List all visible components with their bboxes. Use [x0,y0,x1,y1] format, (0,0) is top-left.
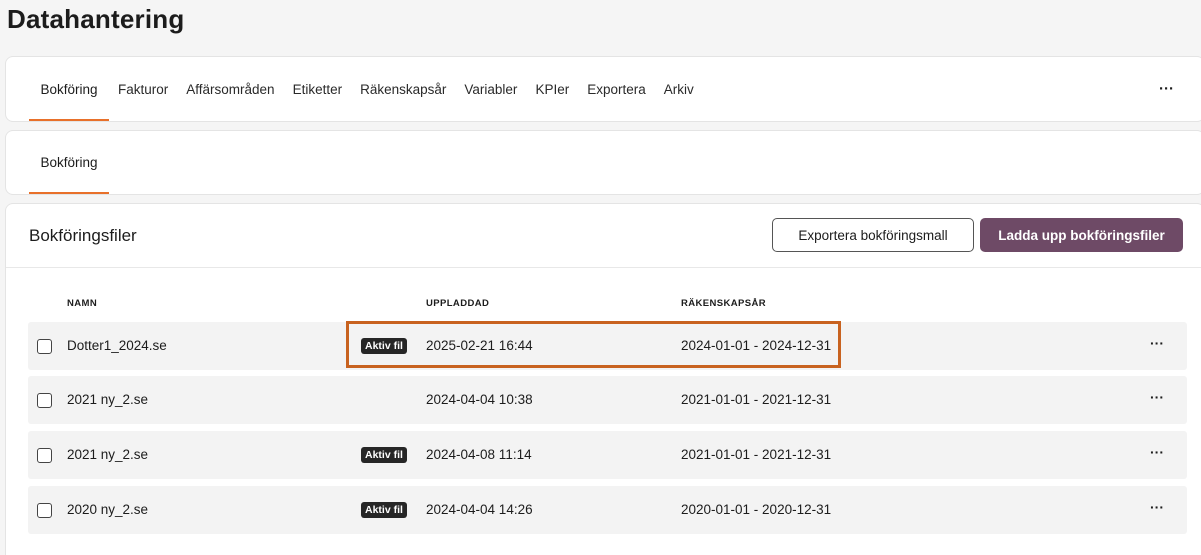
row-checkbox[interactable] [37,339,52,354]
tab-bokforing[interactable]: Bokföring [29,57,109,121]
active-file-badge: Aktiv fil [361,502,407,518]
section-title: Bokföringsfiler [29,226,137,245]
tab-exportera[interactable]: Exportera [578,57,655,121]
row-more-icon[interactable]: ··· [1150,336,1164,350]
tab-etiketter[interactable]: Etiketter [284,57,352,121]
uploaded-at: 2024-04-08 11:14 [426,447,532,462]
table-row[interactable]: 2020 ny_2.se Aktiv fil 2024-04-04 14:26 … [28,486,1187,534]
sub-tabs: Bokföring [29,131,109,194]
active-file-badge: Aktiv fil [361,447,407,463]
tab-fakturor[interactable]: Fakturor [109,57,177,121]
file-name: 2021 ny_2.se [67,392,149,407]
upload-files-button[interactable]: Ladda upp bokföringsfiler [980,218,1183,252]
main-tabs: Bokföring Fakturor Affärsområden Etikett… [29,57,703,121]
main-tabs-card: Bokföring Fakturor Affärsområden Etikett… [5,56,1201,122]
files-card: Bokföringsfiler Exportera bokföringsmall… [5,203,1201,555]
fiscal-year: 2020-01-01 - 2020-12-31 [681,502,832,517]
file-name: 2021 ny_2.se [67,447,149,462]
table-row[interactable]: 2021 ny_2.se 2024-04-04 10:38 2021-01-01… [28,376,1187,424]
table-row[interactable]: Dotter1_2024.se Aktiv fil 2025-02-21 16:… [28,322,1187,370]
header-uploaded[interactable]: UPPLADDAD [426,298,489,309]
row-checkbox[interactable] [37,393,52,408]
tab-variabler[interactable]: Variabler [455,57,526,121]
row-more-icon[interactable]: ··· [1150,390,1164,404]
page-title: Datahantering [7,4,185,34]
tab-affarsomraden[interactable]: Affärsområden [177,57,283,121]
sub-tabs-card: Bokföring [5,130,1201,195]
divider [6,267,1201,268]
uploaded-at: 2024-04-04 14:26 [426,502,533,517]
subtab-bokforing[interactable]: Bokföring [29,131,109,194]
tabs-more-icon[interactable]: ··· [1159,82,1174,97]
fiscal-year: 2021-01-01 - 2021-12-31 [681,392,832,407]
row-more-icon[interactable]: ··· [1150,500,1164,514]
uploaded-at: 2025-02-21 16:44 [426,338,533,353]
file-name: 2020 ny_2.se [67,502,149,517]
tab-rakenskapsar[interactable]: Räkenskapsår [351,57,455,121]
row-checkbox[interactable] [37,448,52,463]
fiscal-year: 2021-01-01 - 2021-12-31 [681,447,832,462]
header-name[interactable]: NAMN [67,298,97,309]
table-row[interactable]: 2021 ny_2.se Aktiv fil 2024-04-08 11:14 … [28,431,1187,479]
file-name: Dotter1_2024.se [67,338,167,353]
fiscal-year: 2024-01-01 - 2024-12-31 [681,338,832,353]
row-checkbox[interactable] [37,503,52,518]
tab-kpier[interactable]: KPIer [526,57,578,121]
tab-arkiv[interactable]: Arkiv [655,57,703,121]
header-fiscal-year[interactable]: RÄKENSKAPSÅR [681,298,766,309]
active-file-badge: Aktiv fil [361,338,407,354]
row-more-icon[interactable]: ··· [1150,445,1164,459]
uploaded-at: 2024-04-04 10:38 [426,392,533,407]
export-template-button[interactable]: Exportera bokföringsmall [772,218,974,252]
